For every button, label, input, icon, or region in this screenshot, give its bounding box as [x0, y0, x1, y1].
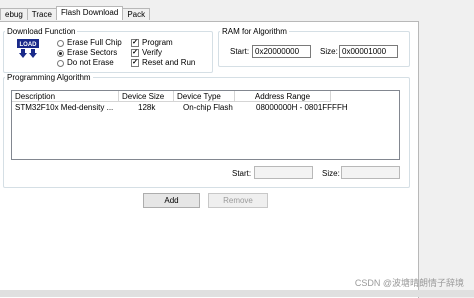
download-function-title: Download Function: [7, 27, 76, 36]
column-header-address-range[interactable]: Address Range: [235, 91, 331, 102]
tab-debug[interactable]: ebug: [0, 8, 28, 20]
ram-start-input[interactable]: 0x20000000: [252, 45, 311, 58]
tab-bar: ebug Trace Flash Download Pack: [0, 6, 151, 21]
tab-pack[interactable]: Pack: [122, 8, 151, 20]
right-margin: [419, 21, 474, 290]
column-header-device-size[interactable]: Device Size: [119, 91, 174, 102]
erase-full-chip-radio[interactable]: [57, 40, 64, 47]
algorithm-start-input[interactable]: [254, 166, 313, 179]
row-description: STM32F10x Med-density ...: [15, 103, 114, 112]
programming-algorithm-title: Programming Algorithm: [7, 73, 91, 82]
row-device-size: 128k: [138, 103, 156, 112]
erase-sectors-radio[interactable]: [57, 50, 64, 57]
row-address-range: 08000000H - 0801FFFFH: [256, 103, 348, 112]
tab-trace[interactable]: Trace: [26, 8, 57, 20]
verify-checkbox[interactable]: ✓: [131, 49, 139, 57]
do-not-erase-label: Do not Erase: [67, 58, 114, 67]
algorithm-start-label: Start:: [232, 169, 252, 178]
column-header-description[interactable]: Description: [12, 91, 119, 102]
row-device-type: On-chip Flash: [183, 103, 233, 112]
erase-sectors-label: Erase Sectors: [67, 48, 118, 57]
ram-size-input[interactable]: 0x00001000: [339, 45, 398, 58]
svg-text:LOAD: LOAD: [20, 42, 38, 48]
bottom-strip: [0, 290, 474, 297]
ram-size-label: Size:: [320, 47, 338, 56]
verify-label: Verify: [142, 48, 163, 57]
algorithm-list[interactable]: Description Device Size Device Type Addr…: [11, 90, 400, 160]
do-not-erase-radio[interactable]: [57, 60, 64, 67]
program-label: Program: [142, 38, 173, 47]
column-header-device-type[interactable]: Device Type: [174, 91, 235, 102]
algorithm-size-label: Size:: [322, 169, 340, 178]
ram-title: RAM for Algorithm: [222, 27, 287, 36]
erase-full-chip-label: Erase Full Chip: [67, 38, 122, 47]
add-button[interactable]: Add: [143, 193, 200, 208]
tab-flash-download[interactable]: Flash Download: [55, 6, 124, 20]
reset-and-run-checkbox[interactable]: ✓: [131, 59, 139, 67]
ram-start-label: Start:: [230, 47, 250, 56]
load-icon: LOAD: [17, 39, 39, 59]
table-row[interactable]: STM32F10x Med-density ... 128k On-chip F…: [12, 102, 399, 113]
watermark: CSDN @波塘晴朗情子辞境: [354, 278, 464, 288]
program-checkbox[interactable]: ✓: [131, 39, 139, 47]
reset-and-run-label: Reset and Run: [142, 58, 196, 67]
remove-button[interactable]: Remove: [208, 193, 268, 208]
algorithm-size-input[interactable]: [341, 166, 400, 179]
flash-download-panel: Download Function LOAD Erase Full Chip E…: [0, 21, 419, 298]
